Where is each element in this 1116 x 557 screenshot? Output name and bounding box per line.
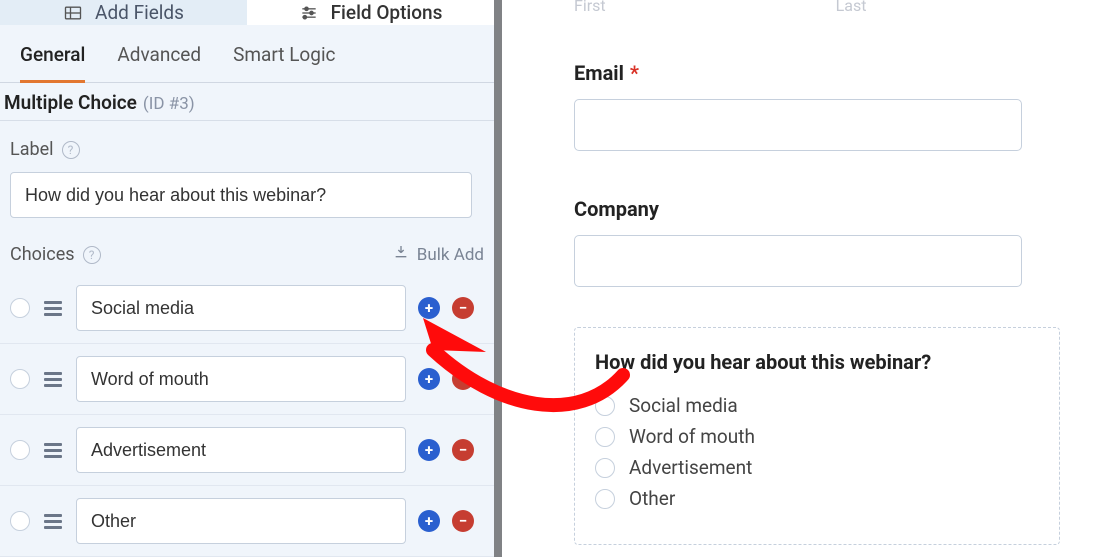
field-type: Multiple Choice xyxy=(4,91,137,114)
remove-choice-button[interactable]: − xyxy=(452,297,474,319)
add-choice-button[interactable]: + xyxy=(418,297,440,319)
radio-option[interactable]: Social media xyxy=(595,394,1039,417)
remove-choice-button[interactable]: − xyxy=(452,510,474,532)
radio-option-label: Other xyxy=(629,487,675,510)
add-choice-button[interactable]: + xyxy=(418,439,440,461)
tab-add-fields-label: Add Fields xyxy=(95,1,184,24)
email-input[interactable] xyxy=(574,99,1022,151)
drag-handle-icon[interactable] xyxy=(42,443,64,458)
radio-icon xyxy=(595,489,615,509)
choice-default-radio[interactable] xyxy=(10,440,30,460)
choice-default-radio[interactable] xyxy=(10,511,30,531)
choice-default-radio[interactable] xyxy=(10,298,30,318)
remove-choice-button[interactable]: − xyxy=(452,368,474,390)
email-field-group: Email * xyxy=(574,61,1044,151)
radio-option[interactable]: Word of mouth xyxy=(595,425,1039,448)
choice-row: + − xyxy=(0,415,494,486)
grid-icon xyxy=(63,3,83,23)
add-choice-button[interactable]: + xyxy=(418,368,440,390)
drag-handle-icon[interactable] xyxy=(42,514,64,529)
choice-default-radio[interactable] xyxy=(10,369,30,389)
required-asterisk: * xyxy=(630,61,639,85)
tab-add-fields[interactable]: Add Fields xyxy=(0,0,247,25)
choice-row: + − xyxy=(0,344,494,415)
sliders-icon xyxy=(299,3,319,23)
company-label: Company xyxy=(574,197,659,221)
choices-list: + − + − + − + − xyxy=(0,273,494,557)
choice-row: + − xyxy=(0,273,494,344)
sub-tabs: General Advanced Smart Logic xyxy=(0,25,494,83)
company-field-group: Company xyxy=(574,197,1044,287)
choice-input[interactable] xyxy=(76,427,406,473)
subtab-smart-logic[interactable]: Smart Logic xyxy=(233,43,335,82)
field-options-panel: Add Fields Field Options General Advance… xyxy=(0,0,502,557)
choice-row: + − xyxy=(0,486,494,557)
company-input[interactable] xyxy=(574,235,1022,287)
form-preview: First Last Email * Company How did you h… xyxy=(502,0,1116,557)
bulk-add-button[interactable]: Bulk Add xyxy=(393,244,484,265)
name-sublabels: First Last xyxy=(574,0,1044,15)
help-icon[interactable]: ? xyxy=(83,246,101,264)
add-choice-button[interactable]: + xyxy=(418,510,440,532)
label-input[interactable] xyxy=(10,172,472,218)
tab-field-options-label: Field Options xyxy=(331,1,443,24)
radio-icon xyxy=(595,396,615,416)
choice-input[interactable] xyxy=(76,285,406,331)
remove-choice-button[interactable]: − xyxy=(452,439,474,461)
field-id: (ID #3) xyxy=(143,94,195,114)
panel-tabs: Add Fields Field Options xyxy=(0,0,494,25)
drag-handle-icon[interactable] xyxy=(42,301,64,316)
field-heading: Multiple Choice (ID #3) xyxy=(0,83,494,121)
multiple-choice-preview[interactable]: How did you hear about this webinar? Soc… xyxy=(574,327,1060,545)
first-sublabel: First xyxy=(574,0,606,15)
choice-input[interactable] xyxy=(76,498,406,544)
last-sublabel: Last xyxy=(836,0,867,15)
radio-icon xyxy=(595,458,615,478)
download-icon xyxy=(393,244,409,265)
radio-option[interactable]: Other xyxy=(595,487,1039,510)
choice-input[interactable] xyxy=(76,356,406,402)
radio-option[interactable]: Advertisement xyxy=(595,456,1039,479)
bulk-add-label: Bulk Add xyxy=(417,245,484,265)
choices-caption: Choices xyxy=(10,244,75,265)
label-section: Label ? xyxy=(0,121,494,218)
label-caption: Label xyxy=(10,139,54,160)
help-icon[interactable]: ? xyxy=(62,141,80,159)
subtab-general[interactable]: General xyxy=(20,43,85,83)
subtab-advanced[interactable]: Advanced xyxy=(117,43,201,82)
radio-icon xyxy=(595,427,615,447)
choices-header: Choices ? Bulk Add xyxy=(10,244,484,265)
drag-handle-icon[interactable] xyxy=(42,372,64,387)
radio-option-label: Social media xyxy=(629,394,738,417)
radio-option-label: Advertisement xyxy=(629,456,752,479)
radio-option-label: Word of mouth xyxy=(629,425,755,448)
email-label: Email xyxy=(574,61,624,85)
radio-group-title: How did you hear about this webinar? xyxy=(595,350,1039,374)
tab-field-options[interactable]: Field Options xyxy=(247,0,494,25)
